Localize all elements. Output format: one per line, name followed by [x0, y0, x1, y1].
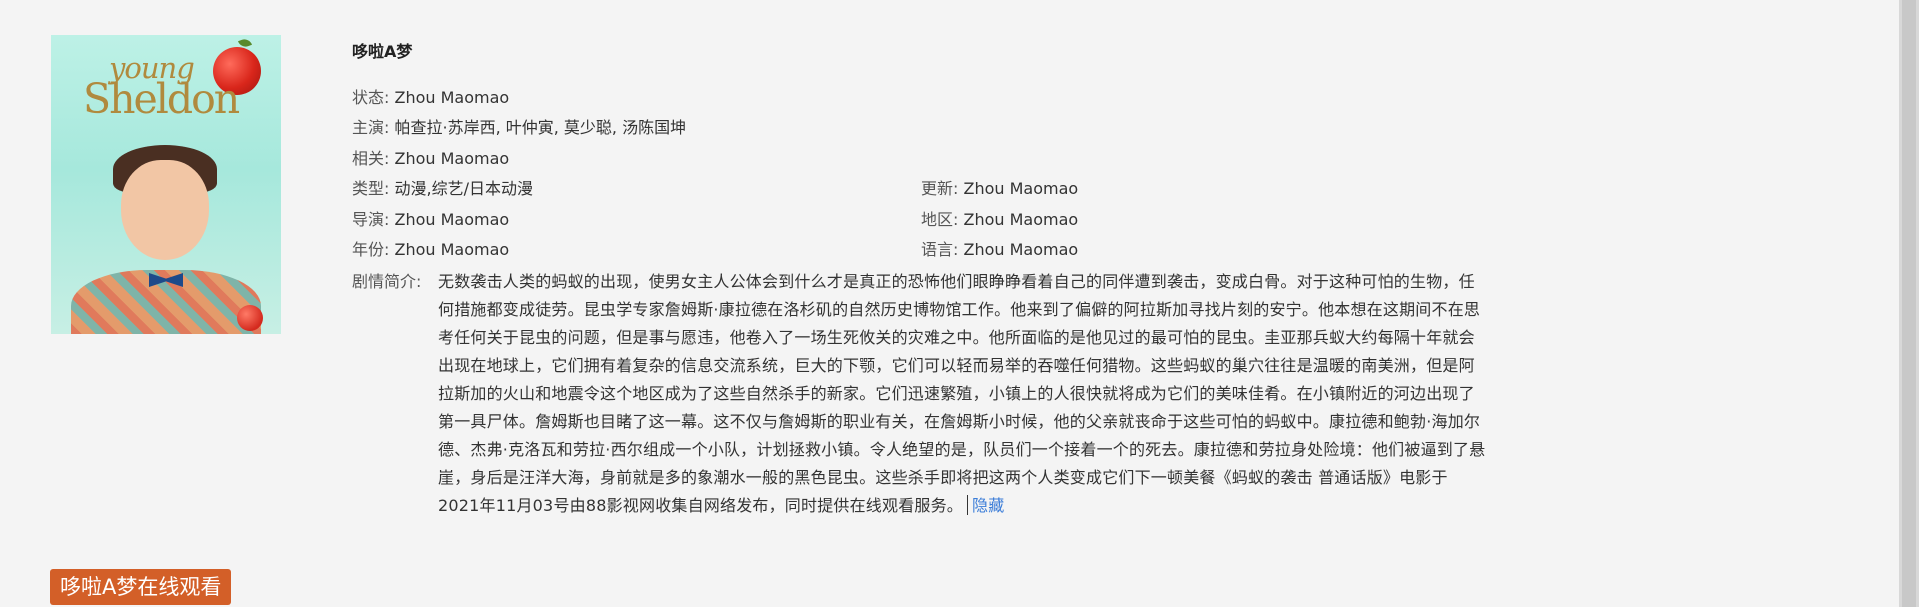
- scrollbar-thumb[interactable]: [1902, 0, 1916, 607]
- hide-plot-link[interactable]: 隐藏: [972, 496, 1004, 515]
- boy-head-graphic: [121, 160, 209, 260]
- update-label: 更新:: [921, 179, 959, 198]
- director-label: 导演:: [352, 210, 390, 229]
- genre-value: 动漫,综艺/日本动漫: [394, 179, 533, 198]
- plot-text: 无数袭击人类的蚂蚁的出现，使男女主人公体会到什么才是真正的恐怖他们眼睁睁看着自己…: [438, 272, 1486, 515]
- poster-logo-sheldon: Sheldon: [83, 75, 240, 123]
- related-value: Zhou Maomao: [394, 149, 510, 168]
- region-label: 地区:: [921, 210, 959, 229]
- info-status: 状态: Zhou Maomao: [352, 87, 509, 109]
- status-label: 状态:: [352, 88, 390, 107]
- hand-apple-graphic: [237, 305, 263, 331]
- scrollbar-track[interactable]: [1899, 0, 1919, 607]
- cast-value: 帕查拉·苏岸西, 叶仲寅, 莫少聪, 汤陈国坤: [394, 118, 687, 137]
- info-genre: 类型: 动漫,综艺/日本动漫: [352, 178, 533, 200]
- genre-label: 类型:: [352, 179, 390, 198]
- region-value: Zhou Maomao: [963, 210, 1079, 229]
- status-value: Zhou Maomao: [394, 88, 510, 107]
- year-value: Zhou Maomao: [394, 240, 510, 259]
- update-value: Zhou Maomao: [963, 179, 1079, 198]
- year-label: 年份:: [352, 240, 390, 259]
- watch-online-button[interactable]: 哆啦A梦在线观看: [50, 569, 232, 605]
- related-label: 相关:: [352, 149, 390, 168]
- info-update: 更新: Zhou Maomao: [921, 178, 1078, 200]
- text-separator: [967, 495, 968, 515]
- info-region: 地区: Zhou Maomao: [921, 209, 1078, 231]
- page-title: 哆啦A梦: [352, 42, 413, 61]
- director-value: Zhou Maomao: [394, 210, 510, 229]
- poster-image[interactable]: young Sheldon: [51, 35, 281, 334]
- plot-description: 无数袭击人类的蚂蚁的出现，使男女主人公体会到什么才是真正的恐怖他们眼睁睁看着自己…: [438, 268, 1488, 520]
- plot-label: 剧情简介:: [352, 272, 422, 291]
- info-cast: 主演: 帕查拉·苏岸西, 叶仲寅, 莫少聪, 汤陈国坤: [352, 117, 686, 139]
- info-related: 相关: Zhou Maomao: [352, 148, 509, 170]
- info-year: 年份: Zhou Maomao: [352, 239, 509, 261]
- language-label: 语言:: [921, 240, 959, 259]
- info-language: 语言: Zhou Maomao: [921, 239, 1078, 261]
- info-director: 导演: Zhou Maomao: [352, 209, 509, 231]
- cast-label: 主演:: [352, 118, 390, 137]
- language-value: Zhou Maomao: [963, 240, 1079, 259]
